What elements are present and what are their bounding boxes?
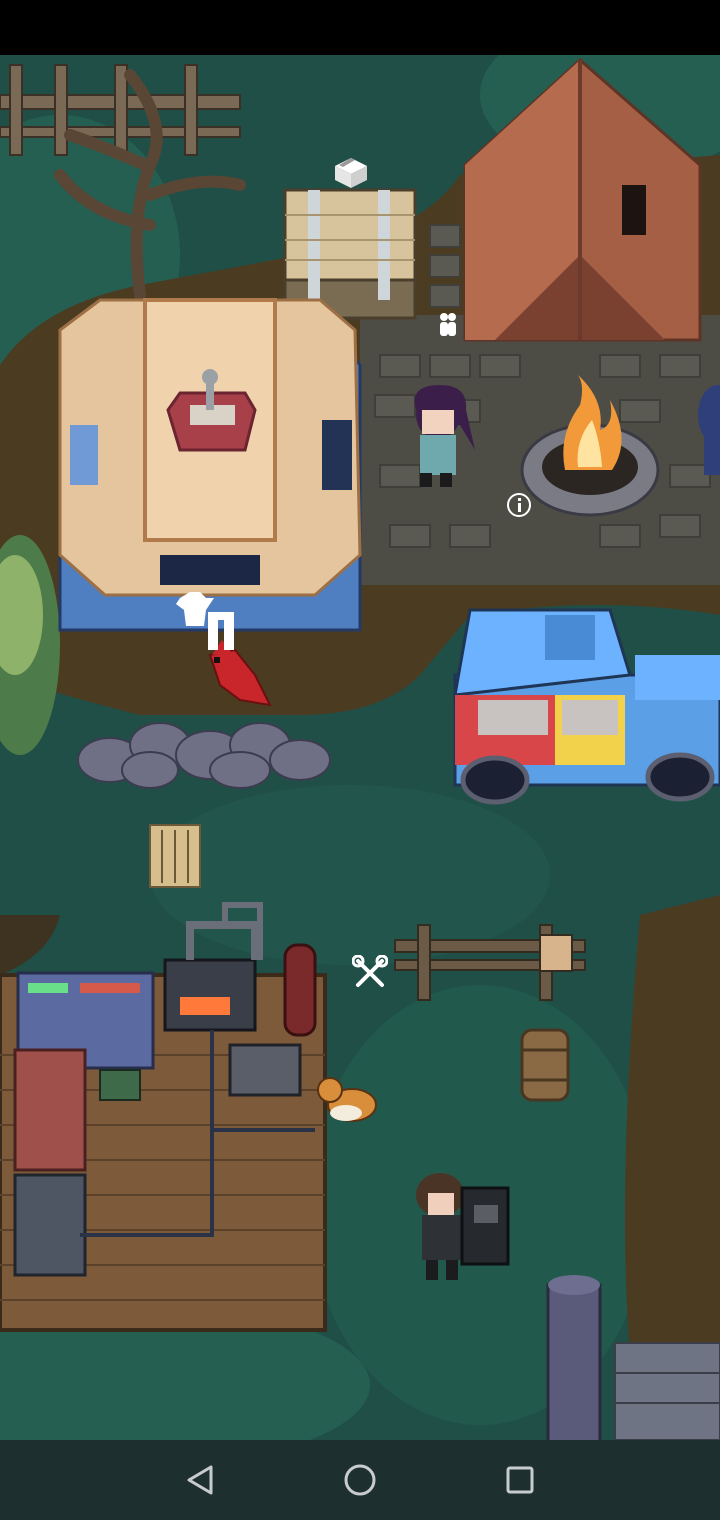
- shower-stall: [58, 298, 362, 632]
- system-nav-bar: [0, 1440, 720, 1520]
- info-icon[interactable]: [506, 492, 532, 518]
- player-character: [416, 1173, 510, 1280]
- game-scene: [0, 55, 720, 1440]
- recents-square-icon[interactable]: [498, 1458, 542, 1502]
- back-triangle-icon[interactable]: [178, 1458, 222, 1502]
- tools-icon[interactable]: [352, 955, 388, 991]
- home-circle-icon[interactable]: [338, 1458, 382, 1502]
- box-icon[interactable]: [333, 156, 369, 190]
- small-crate: [149, 824, 201, 888]
- stone-steps: [614, 1342, 720, 1440]
- barrel: [520, 1028, 570, 1102]
- game-map[interactable]: [0, 55, 720, 1440]
- clothes-icon[interactable]: [176, 590, 242, 654]
- stone-pillar: [546, 1275, 602, 1440]
- people-icon[interactable]: [437, 312, 459, 338]
- status-bar: [0, 0, 720, 55]
